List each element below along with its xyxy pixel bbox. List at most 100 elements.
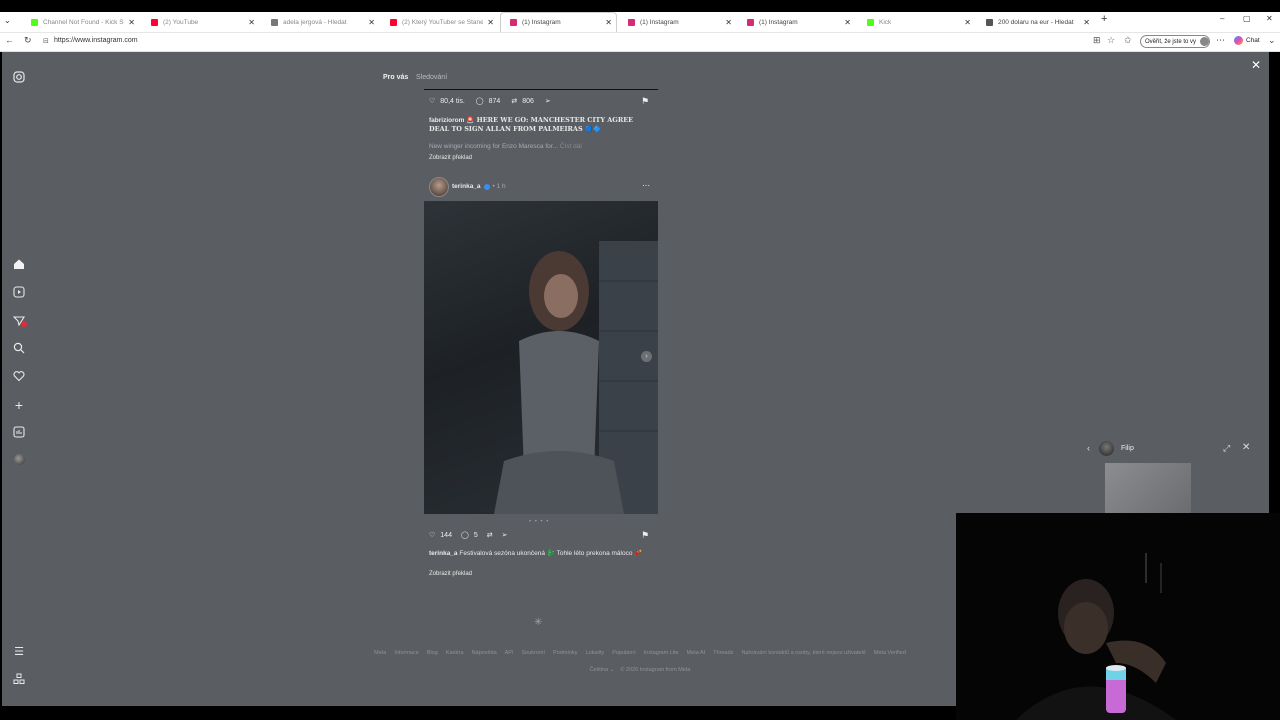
browser-tab[interactable]: (2) YouTube ✕ (142, 12, 259, 32)
verify-label: Ověřit, že jste to vy (1145, 38, 1197, 45)
more-apps-icon[interactable] (12, 673, 26, 687)
language-select[interactable]: Čeština (590, 667, 609, 673)
menu-icon[interactable]: ☰ (12, 645, 26, 659)
read-more-link[interactable]: Číst dál (560, 143, 582, 150)
instagram-logo-icon[interactable] (12, 71, 26, 85)
new-tab-button[interactable]: + (1101, 13, 1107, 25)
star-icon[interactable]: ☆ (1107, 35, 1115, 46)
post2-caption-username[interactable]: terinka_a (429, 550, 458, 557)
footer-link[interactable]: Informace (394, 650, 418, 656)
footer-link[interactable]: Meta (374, 650, 386, 656)
footer-link[interactable]: Meta AI (687, 650, 706, 656)
chat-back-icon[interactable]: ‹ (1087, 443, 1090, 453)
expand-icon[interactable]: ⤢ (1223, 443, 1230, 454)
search-icon[interactable] (12, 342, 26, 356)
footer-link[interactable]: Soukromí (522, 650, 546, 656)
browser-tab[interactable]: (1) Instagram ✕ (619, 12, 736, 32)
more-menu-icon[interactable]: ⋯ (1216, 35, 1225, 46)
tab-close-icon[interactable]: ✕ (844, 18, 851, 27)
footer-link[interactable]: Meta Verified (874, 650, 906, 656)
post1-likes: 80,4 tis. (440, 97, 465, 105)
tab-title: (1) Instagram (759, 18, 798, 26)
browser-tab[interactable]: (1) Instagram ✕ (500, 12, 617, 32)
reload-icon[interactable]: ↻ (24, 35, 32, 46)
url-field[interactable]: https://www.instagram.com (54, 37, 138, 44)
tab-title: 200 dolaru na eur - Hledat (998, 18, 1074, 26)
browser-tab[interactable]: Channel Not Found - Kick Stream ✕ (22, 12, 139, 32)
tab-close-icon[interactable]: ✕ (128, 18, 135, 27)
next-image-icon[interactable]: › (641, 351, 652, 362)
tab-title: Kick (879, 18, 892, 26)
chat-close-icon[interactable]: ✕ (1242, 442, 1250, 453)
comment-icon[interactable]: ◯ (476, 97, 484, 105)
browser-tab[interactable]: 200 dolaru na eur - Hledat ✕ (977, 12, 1094, 32)
chat-shared-image[interactable] (1105, 463, 1191, 513)
post-options-icon[interactable]: ⋯ (642, 181, 650, 190)
post1-username[interactable]: fabriziorom (429, 117, 464, 124)
chat-avatar[interactable] (1099, 441, 1114, 456)
footer-link[interactable]: Kariéra (446, 650, 464, 656)
dashboard-icon[interactable] (12, 426, 26, 440)
heart-icon[interactable] (12, 370, 26, 384)
bookmark-icon[interactable]: ⚑ (641, 96, 649, 107)
favorites-icon[interactable]: ✩ (1124, 35, 1132, 46)
profile-avatar[interactable] (12, 454, 26, 468)
tab-close-icon[interactable]: ✕ (368, 18, 375, 27)
tab-close-icon[interactable]: ✕ (605, 18, 612, 27)
footer-link[interactable]: Podmínky (553, 650, 577, 656)
tab-close-icon[interactable]: ✕ (487, 18, 494, 27)
tab-close-icon[interactable]: ✕ (964, 18, 971, 27)
footer-link[interactable]: Nahrávání kontaktů a osoby, které nejsou… (741, 650, 865, 656)
footer-link[interactable]: Blog (427, 650, 438, 656)
loading-spinner-icon: ✳ (534, 617, 543, 628)
post1-translate-link[interactable]: Zobrazit překlad (429, 155, 472, 161)
repost-icon[interactable]: ⇄ (487, 531, 493, 539)
repost-icon[interactable]: ⇄ (511, 97, 517, 105)
footer-link[interactable]: Threads (713, 650, 733, 656)
tab-title: (2) YouTube (163, 18, 199, 26)
comment-icon[interactable]: ◯ (461, 531, 469, 539)
footer-link[interactable]: Instagram Lite (644, 650, 679, 656)
site-info-icon[interactable]: ⊟ (43, 37, 49, 45)
tab-following[interactable]: Sledování (416, 74, 447, 81)
copilot-chat-button[interactable]: Chat (1234, 36, 1260, 45)
grid-apps-icon[interactable]: ⊞ (1093, 35, 1101, 46)
home-icon[interactable] (12, 258, 26, 272)
bookmark-icon[interactable]: ⚑ (641, 530, 649, 541)
footer-link[interactable]: Nápověda (472, 650, 497, 656)
post2-username[interactable]: terinka_a (452, 183, 481, 190)
post2-photo[interactable]: › (424, 201, 658, 514)
tab-close-icon[interactable]: ✕ (725, 18, 732, 27)
post1-subtext: New winger incoming for Enzo Maresca for… (429, 143, 558, 150)
reels-icon[interactable] (12, 286, 26, 300)
post2-translate-link[interactable]: Zobrazit překlad (429, 571, 472, 577)
share-icon[interactable]: ➢ (545, 97, 551, 105)
messages-icon[interactable] (12, 315, 27, 329)
create-icon[interactable]: + (12, 398, 26, 412)
like-icon[interactable]: ♡ (429, 97, 435, 105)
footer-link[interactable]: Populární (612, 650, 636, 656)
browser-tab[interactable]: (1) Instagram ✕ (738, 12, 855, 32)
sidebar-toggle-icon[interactable]: ⌄ (1268, 35, 1276, 46)
footer-link[interactable]: Lokality (586, 650, 605, 656)
maximize-icon[interactable]: ▢ (1243, 14, 1251, 23)
browser-tab[interactable]: adela jergová - Hledat ✕ (262, 12, 379, 32)
browser-tab[interactable]: (2) Který YouTuber se Stane Králem✕ (381, 12, 498, 32)
close-overlay-icon[interactable]: ✕ (1251, 58, 1261, 72)
share-icon[interactable]: ➢ (502, 531, 508, 539)
tab-for-you[interactable]: Pro vás (383, 74, 408, 81)
post2-header: terinka_a • 1 h (452, 183, 506, 190)
tab-close-icon[interactable]: ✕ (1083, 18, 1090, 27)
browser-tab[interactable]: Kick ✕ (858, 12, 975, 32)
post2-avatar[interactable] (429, 177, 449, 197)
minimize-icon[interactable]: – (1220, 14, 1224, 23)
post1-subtext-row: New winger incoming for Enzo Maresca for… (429, 143, 582, 150)
post1-actions: ♡ 80,4 tis. ◯ 874 ⇄ 806 ➢ (429, 97, 551, 106)
footer-link[interactable]: API (505, 650, 514, 656)
like-icon[interactable]: ♡ (429, 531, 435, 539)
tab-close-icon[interactable]: ✕ (248, 18, 255, 27)
tab-list-chevron-icon[interactable]: ⌄ (4, 16, 11, 25)
back-icon[interactable]: ← (5, 35, 14, 45)
verify-identity-button[interactable]: Ověřit, že jste to vy (1140, 35, 1210, 48)
close-window-icon[interactable]: ✕ (1266, 14, 1273, 23)
